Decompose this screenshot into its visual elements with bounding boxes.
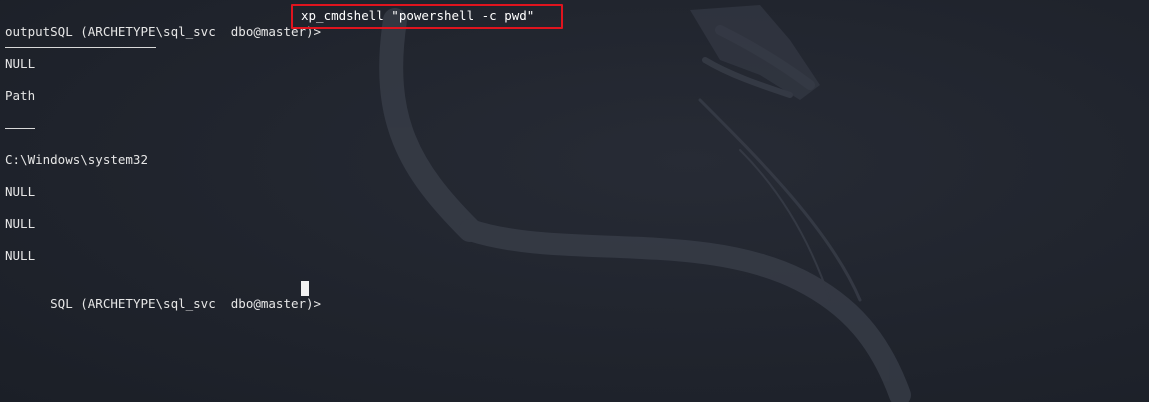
output-line: NULL — [5, 216, 36, 231]
header-underline — [5, 47, 156, 48]
kali-dragon-icon — [379, 5, 911, 402]
path-value: C:\Windows\system32 — [5, 152, 148, 167]
terminal-output: SQL (ARCHETYPE\sql_svc dbo@master)> outp… — [5, 0, 321, 311]
path-underline — [5, 128, 35, 129]
output-line: NULL — [5, 184, 36, 199]
sql-prompt: SQL (ARCHETYPE\sql_svc dbo@master)> — [50, 296, 322, 311]
prompt-line-1: SQL (ARCHETYPE\sql_svc dbo@master)> — [5, 8, 321, 39]
output-line: NULL — [5, 56, 36, 71]
path-header: Path — [5, 88, 36, 103]
prompt-line-2: SQL (ARCHETYPE\sql_svc dbo@master)> — [5, 280, 321, 311]
terminal-window[interactable]: SQL (ARCHETYPE\sql_svc dbo@master)> outp… — [0, 0, 1149, 402]
input-cursor[interactable] — [301, 281, 309, 296]
command-highlight-box — [291, 4, 563, 29]
output-line: NULL — [5, 248, 36, 263]
sql-prompt: SQL (ARCHETYPE\sql_svc dbo@master)> — [50, 24, 322, 39]
output-header: output — [5, 24, 51, 39]
